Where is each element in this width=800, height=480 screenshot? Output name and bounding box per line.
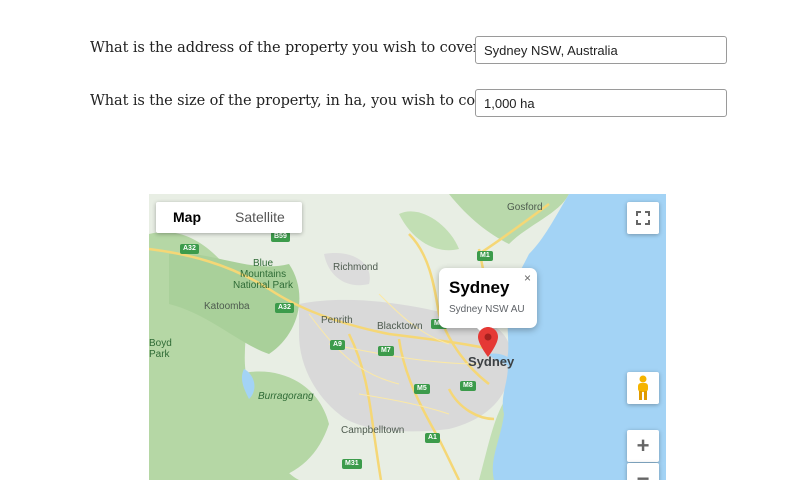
label-richmond: Richmond	[333, 262, 379, 273]
label-blue-mountains: Blue Mountains National Park	[233, 258, 294, 291]
address-question: What is the address of the property you …	[90, 40, 488, 56]
size-question: What is the size of the property, in ha,…	[90, 93, 507, 109]
zoom-in-button[interactable]: +	[627, 430, 659, 462]
label-penrith: Penrith	[321, 315, 353, 326]
shield-m31: M31	[342, 459, 362, 469]
street-view-button[interactable]	[627, 372, 659, 404]
shield-b59: B59	[271, 232, 290, 242]
close-icon[interactable]: ×	[524, 271, 531, 285]
location-pin-icon[interactable]	[478, 327, 498, 357]
fullscreen-icon	[636, 211, 650, 225]
map-type-map-button[interactable]: Map	[156, 202, 218, 233]
label-boyd-park: Boyd Park	[149, 338, 172, 360]
shield-m7: M7	[378, 346, 394, 356]
map-type-satellite-button[interactable]: Satellite	[218, 202, 302, 233]
map-widget[interactable]: Gosford Richmond Blue Mountains National…	[149, 194, 666, 480]
address-input[interactable]	[475, 36, 727, 64]
label-gosford: Gosford	[507, 202, 543, 213]
shield-a32-mid: A32	[275, 303, 294, 313]
info-window: Sydney Sydney NSW AU ×	[439, 268, 537, 336]
shield-m1: M1	[477, 251, 493, 261]
pegman-icon	[638, 375, 648, 400]
size-input[interactable]	[475, 89, 727, 117]
map-type-control: Map Satellite	[156, 202, 302, 233]
fullscreen-button[interactable]	[627, 202, 659, 234]
info-window-subtitle: Sydney NSW AU	[449, 304, 525, 315]
label-blacktown: Blacktown	[377, 321, 423, 332]
shield-a1: A1	[425, 433, 440, 443]
label-katoomba: Katoomba	[204, 301, 250, 312]
shield-m8: M8	[460, 381, 476, 391]
map-terrain	[149, 194, 666, 480]
shield-m5: M5	[414, 384, 430, 394]
zoom-out-button[interactable]: −	[627, 463, 659, 480]
label-campbelltown: Campbelltown	[341, 425, 405, 436]
info-window-title: Sydney	[449, 278, 510, 297]
shield-a32-top: A32	[180, 244, 199, 254]
label-burragorang: Burragorang	[258, 391, 314, 402]
shield-a9: A9	[330, 340, 345, 350]
